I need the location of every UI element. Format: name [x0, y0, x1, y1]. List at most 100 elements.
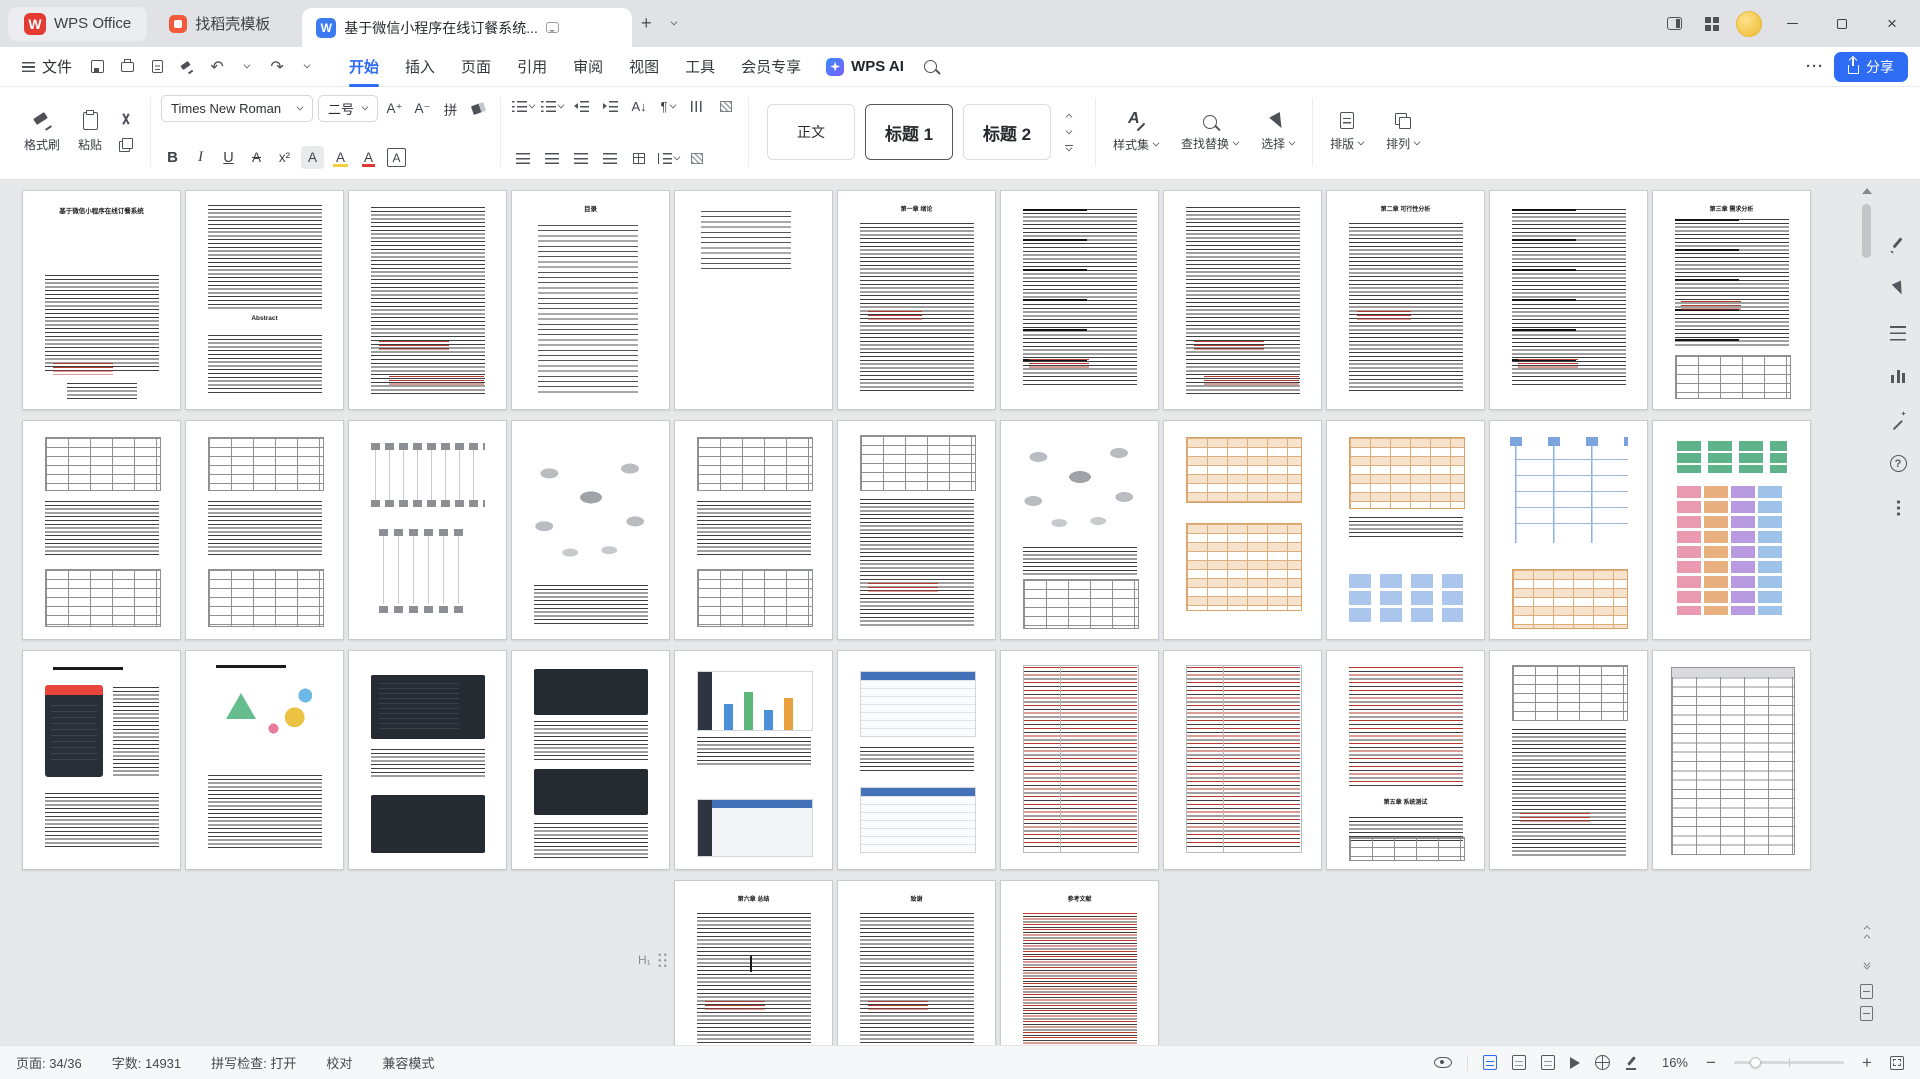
highlight-button[interactable]: A — [329, 146, 352, 169]
chart-tool-icon[interactable] — [1890, 368, 1906, 383]
underline-button[interactable]: U — [217, 146, 240, 169]
increase-indent-button[interactable] — [598, 95, 622, 117]
page-thumbnail-34[interactable]: 第六章 总结 — [674, 880, 833, 1045]
style-gallery-down[interactable] — [1061, 126, 1077, 139]
status-spellcheck[interactable]: 拼写检查: 打开 — [211, 1053, 296, 1072]
tab-wps-home[interactable]: W WPS Office — [8, 6, 148, 41]
tab-member[interactable]: 会员专享 — [728, 47, 814, 87]
page-thumbnail-23[interactable] — [22, 650, 181, 870]
page-thumbnail-6[interactable]: 第一章 绪论 — [837, 190, 996, 410]
page-thumbnail-10[interactable] — [1489, 190, 1648, 410]
status-page-count[interactable]: 页面: 34/36 — [16, 1053, 82, 1072]
save-button[interactable] — [83, 53, 111, 81]
zoom-slider-thumb[interactable] — [1750, 1056, 1761, 1068]
paragraph-drag-handle[interactable]: H₁ — [638, 952, 668, 968]
page-thumbnail-17[interactable] — [837, 420, 996, 640]
page-view-icon[interactable] — [1483, 1055, 1497, 1070]
eye-protection-icon[interactable] — [1434, 1057, 1452, 1068]
tab-list-chevron[interactable] — [660, 10, 688, 38]
pages-viewport[interactable]: 基于微信小程序在线订餐系统 Abstract 目录 第一章 绪论 第二章 可行性分析 第三… — [0, 180, 1858, 1045]
print-button[interactable] — [113, 53, 141, 81]
scroll-page-down-button[interactable] — [1860, 959, 1874, 970]
tab-page[interactable]: 页面 — [448, 47, 504, 87]
wps-ai-button[interactable]: WPS AI — [814, 57, 916, 76]
tab-tools[interactable]: 工具 — [672, 47, 728, 87]
page-thumbnail-24[interactable] — [185, 650, 344, 870]
arrange-button[interactable]: 排列 — [1375, 94, 1431, 170]
style-heading2[interactable]: 标题 2 — [963, 104, 1052, 160]
align-right-button[interactable] — [569, 147, 593, 169]
typeset-button[interactable]: 排版 — [1319, 94, 1375, 170]
fit-page-icon[interactable] — [1890, 1055, 1904, 1070]
tab-view[interactable]: 视图 — [616, 47, 672, 87]
shading-button[interactable] — [714, 95, 738, 117]
page-thumbnail-25[interactable] — [348, 650, 507, 870]
zoom-slider[interactable] — [1734, 1056, 1844, 1068]
file-menu[interactable]: 文件 — [12, 56, 82, 77]
page-thumbnail-16[interactable] — [674, 420, 833, 640]
fullscreen-play-icon[interactable] — [1570, 1056, 1580, 1069]
page-thumbnail-22[interactable] — [1652, 420, 1811, 640]
align-left-button[interactable] — [511, 147, 535, 169]
page-thumbnail-2[interactable]: Abstract — [185, 190, 344, 410]
font-size-select[interactable]: 二号 — [318, 95, 379, 122]
scrollbar-thumb[interactable] — [1862, 204, 1871, 258]
maximize-button[interactable] — [1822, 7, 1862, 41]
shrink-font-button[interactable]: A⁻ — [411, 97, 434, 120]
columns-button[interactable] — [685, 95, 709, 117]
adjust-sliders-icon[interactable] — [1890, 326, 1906, 341]
page-thumbnail-20[interactable] — [1326, 420, 1485, 640]
effects-wand-icon[interactable] — [1889, 410, 1907, 428]
align-center-button[interactable] — [540, 147, 564, 169]
page-thumbnail-27[interactable] — [674, 650, 833, 870]
page-thumbnail-30[interactable] — [1163, 650, 1322, 870]
page-thumbnail-14[interactable] — [348, 420, 507, 640]
sidebar-more-icon[interactable] — [1895, 499, 1901, 516]
style-gallery-more[interactable] — [1061, 143, 1077, 156]
page-thumbnail-26[interactable] — [511, 650, 670, 870]
split-view-button[interactable] — [1660, 10, 1688, 38]
page-thumbnail-19[interactable] — [1163, 420, 1322, 640]
char-shading-button[interactable]: A — [301, 146, 325, 169]
pinyin-guide-button[interactable]: 拼 — [439, 97, 462, 120]
tab-docer-templates[interactable]: 找稻壳模板 — [155, 7, 284, 41]
select-button[interactable]: 选择 — [1250, 94, 1306, 170]
quick-format-painter-button[interactable] — [173, 53, 201, 81]
style-set-button[interactable]: 样式集 — [1102, 94, 1170, 170]
grow-font-button[interactable]: A⁺ — [383, 97, 406, 120]
redo-menu-chevron[interactable] — [293, 53, 321, 81]
page-thumbnail-18[interactable] — [1000, 420, 1159, 640]
italic-button[interactable]: I — [189, 146, 212, 169]
page-thumbnail-9[interactable]: 第二章 可行性分析 — [1326, 190, 1485, 410]
scroll-page-up-button[interactable] — [1860, 923, 1874, 942]
edit-pen-icon[interactable] — [1889, 236, 1907, 254]
font-family-select[interactable]: Times New Roman — [161, 95, 314, 122]
bullet-list-button[interactable] — [511, 95, 535, 117]
style-heading1[interactable]: 标题 1 — [865, 104, 954, 160]
strikethrough-button[interactable]: A — [245, 146, 268, 169]
page-thumbnail-13[interactable] — [185, 420, 344, 640]
paragraph-shading-button[interactable] — [685, 147, 709, 169]
page-thumbnail-11[interactable]: 第三章 需求分析 — [1652, 190, 1811, 410]
distribute-button[interactable] — [627, 147, 651, 169]
share-button[interactable]: 分享 — [1834, 51, 1908, 82]
page-thumbnail-29[interactable] — [1000, 650, 1159, 870]
copy-icon[interactable] — [119, 137, 134, 152]
clear-format-button[interactable] — [467, 97, 490, 120]
page-thumbnail-36[interactable]: 参考文献 — [1000, 880, 1159, 1045]
page-thumbnail-28[interactable] — [837, 650, 996, 870]
tab-home[interactable]: 开始 — [336, 47, 392, 87]
page-thumbnail-1[interactable]: 基于微信小程序在线订餐系统 — [22, 190, 181, 410]
find-replace-button[interactable]: 查找替换 — [1170, 94, 1250, 170]
page-thumbnail-21[interactable] — [1489, 420, 1648, 640]
page-thumbnail-7[interactable] — [1000, 190, 1159, 410]
page-thumbnail-3[interactable] — [348, 190, 507, 410]
ink-pen-icon[interactable] — [1625, 1056, 1639, 1070]
previous-page-button[interactable] — [1860, 984, 1873, 999]
status-compat-mode[interactable]: 兼容模式 — [382, 1053, 434, 1072]
tab-document[interactable]: W 基于微信小程序在线订餐系统... — [302, 8, 633, 47]
numbered-list-button[interactable] — [540, 95, 564, 117]
comment-bubble-icon[interactable] — [545, 22, 559, 33]
char-border-button[interactable]: A — [387, 148, 407, 167]
font-color-button[interactable]: A — [357, 146, 380, 169]
